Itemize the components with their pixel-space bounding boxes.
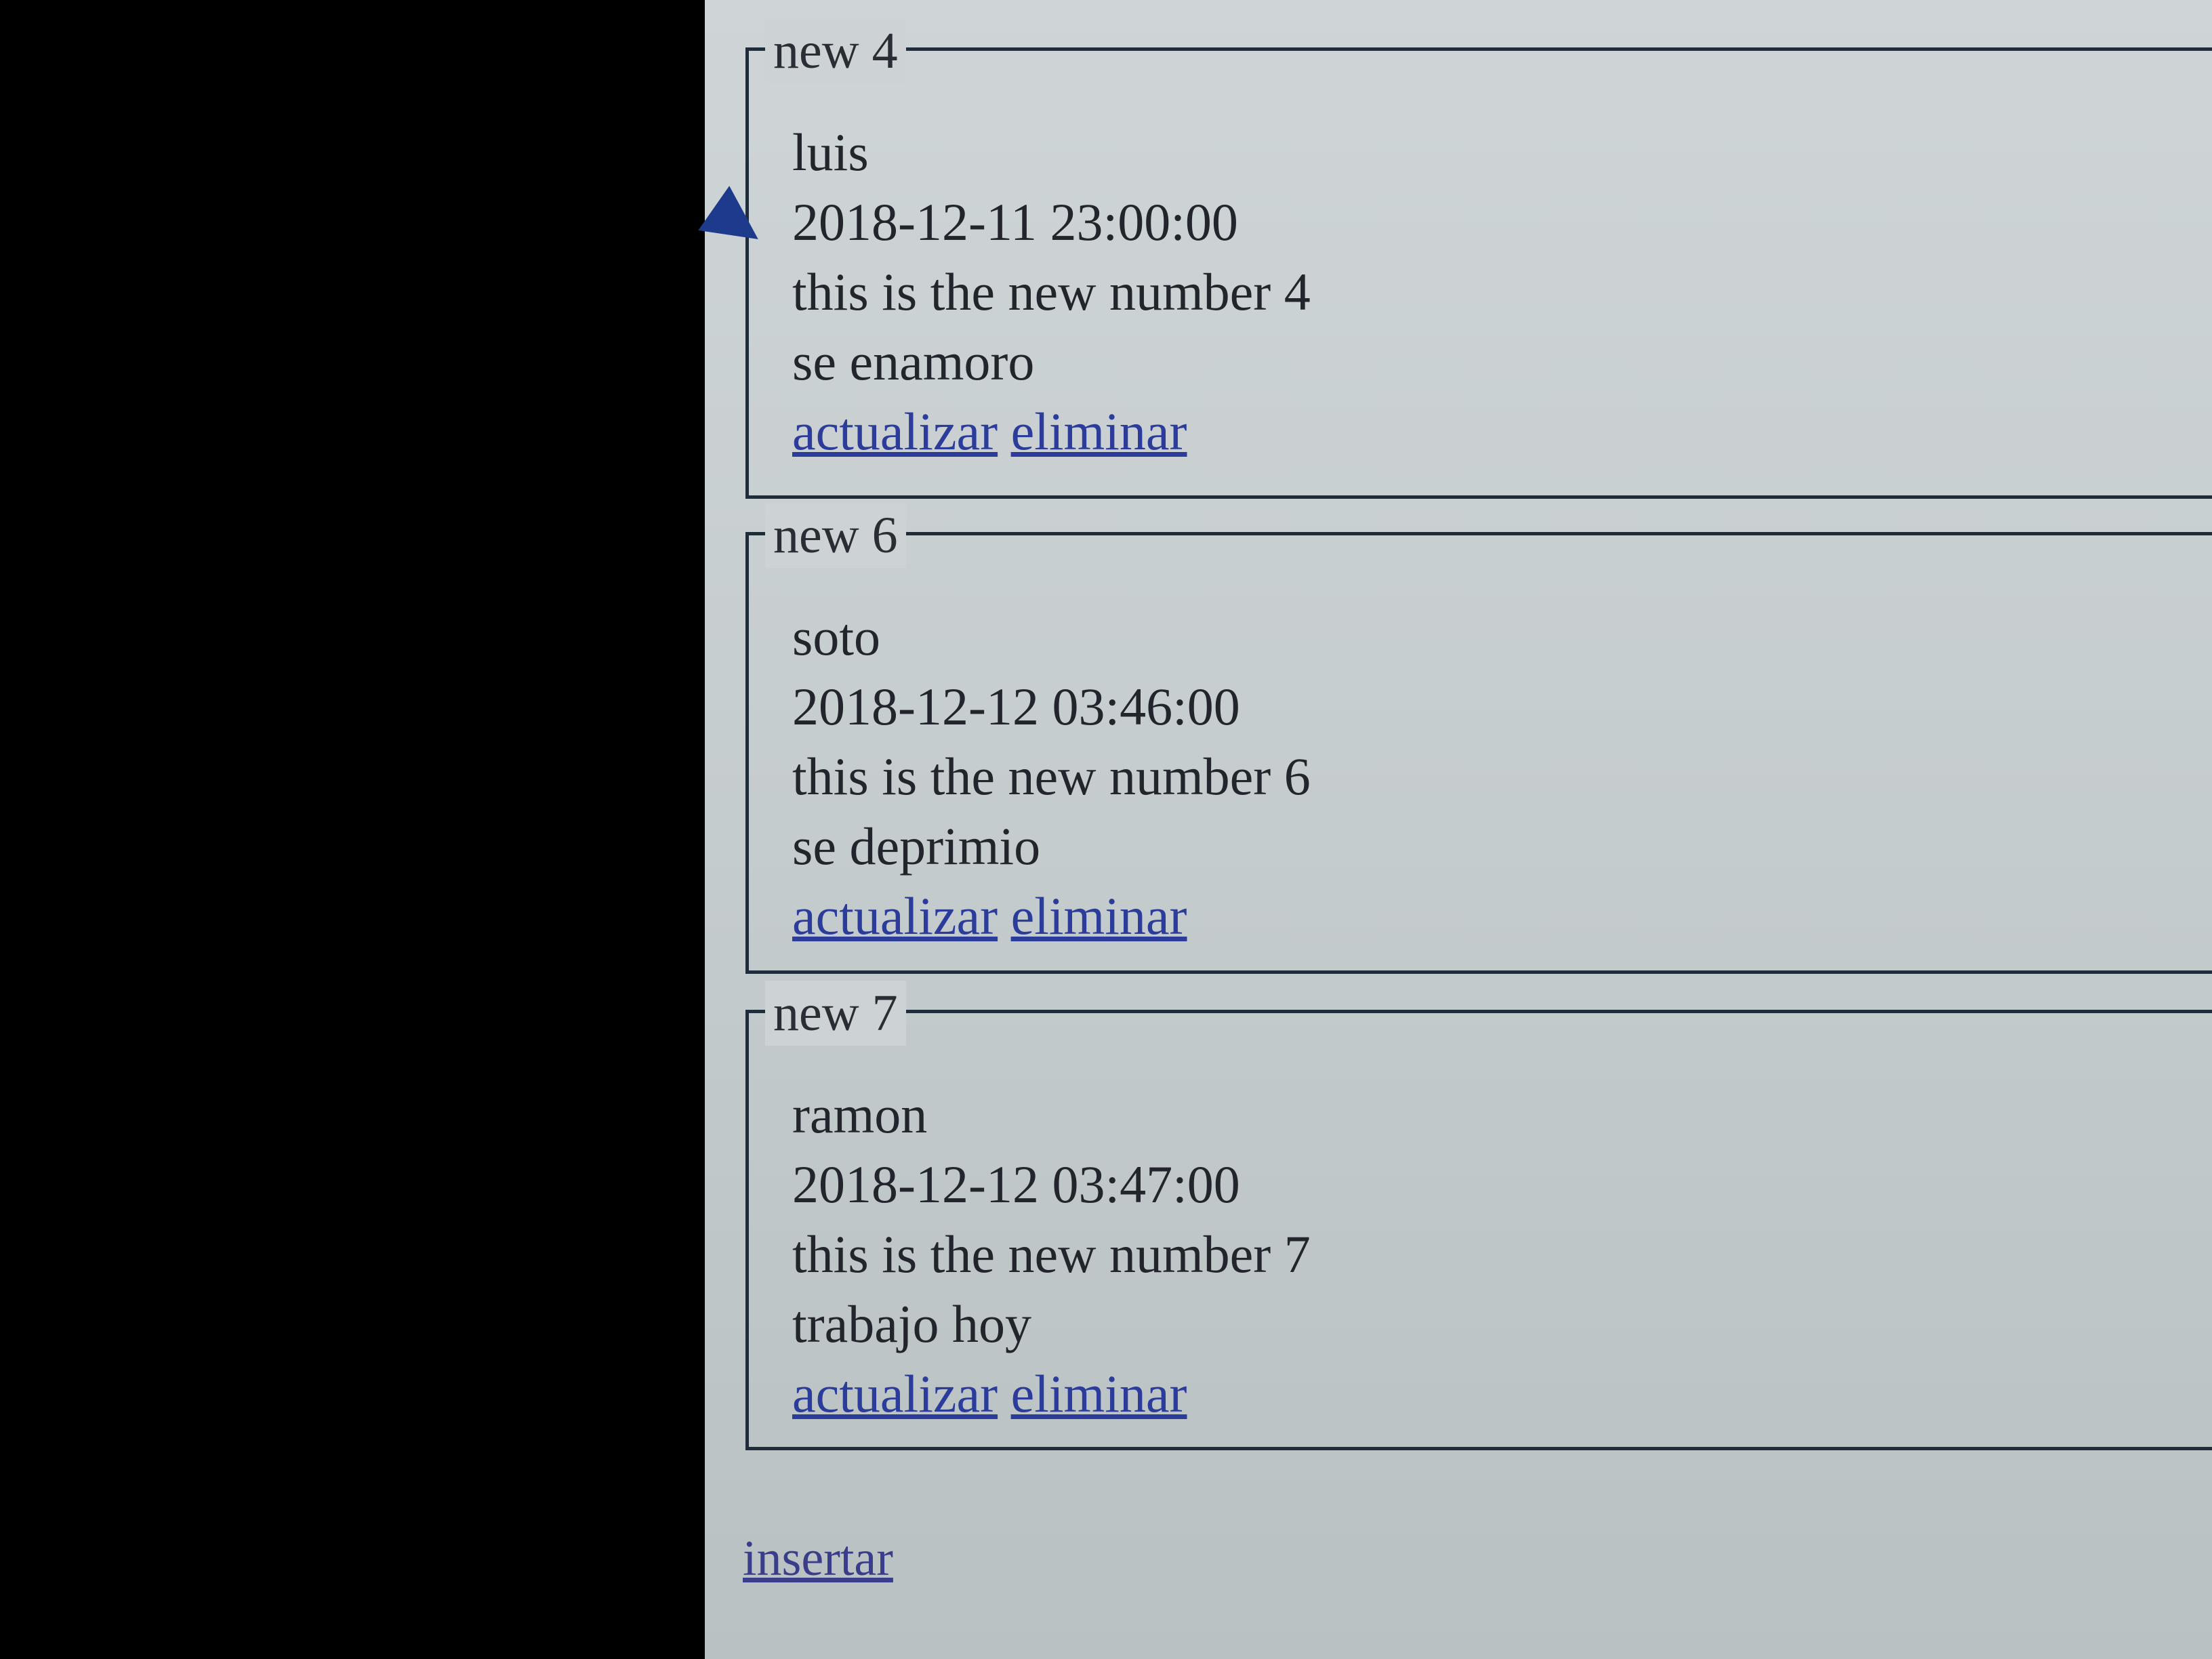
news-author: soto (792, 607, 881, 666)
news-page: new 4 luis 2018-12-11 23:00:00 this is t… (705, 0, 2212, 1659)
news-datetime: 2018-12-12 03:47:00 (792, 1155, 1240, 1214)
insert-link[interactable]: insertar (743, 1528, 893, 1589)
news-actions: actualizar eliminar (792, 881, 1311, 951)
delete-link[interactable]: eliminar (1011, 886, 1187, 945)
news-item-legend: new 4 (765, 18, 906, 83)
news-item-fieldset: new 7 ramon 2018-12-12 03:47:00 this is … (745, 981, 2212, 1450)
news-item-legend: new 7 (765, 981, 906, 1046)
news-datetime: 2018-12-12 03:46:00 (792, 677, 1240, 736)
news-text: this is the new number 7 (792, 1225, 1311, 1284)
news-item-fieldset: new 4 luis 2018-12-11 23:00:00 this is t… (745, 18, 2212, 499)
news-description: se deprimio (792, 817, 1041, 876)
delete-link[interactable]: eliminar (1011, 402, 1187, 461)
news-author: luis (792, 123, 869, 182)
news-description: trabajo hoy (792, 1294, 1032, 1353)
news-item-legend: new 6 (765, 503, 906, 568)
news-text: this is the new number 4 (792, 262, 1311, 321)
news-text: this is the new number 6 (792, 747, 1311, 806)
update-link[interactable]: actualizar (792, 402, 998, 461)
news-actions: actualizar eliminar (792, 396, 1311, 466)
news-author: ramon (792, 1085, 928, 1144)
news-actions: actualizar eliminar (792, 1359, 1311, 1429)
update-link[interactable]: actualizar (792, 1364, 998, 1423)
news-item-body: ramon 2018-12-12 03:47:00 this is the ne… (792, 1080, 1311, 1429)
news-item-body: luis 2018-12-11 23:00:00 this is the new… (792, 117, 1311, 466)
news-description: se enamoro (792, 332, 1035, 391)
update-link[interactable]: actualizar (792, 886, 998, 945)
delete-link[interactable]: eliminar (1011, 1364, 1187, 1423)
news-datetime: 2018-12-11 23:00:00 (792, 192, 1238, 251)
news-item-body: soto 2018-12-12 03:46:00 this is the new… (792, 602, 1311, 951)
screen: new 4 luis 2018-12-11 23:00:00 this is t… (0, 0, 2212, 1659)
news-item-fieldset: new 6 soto 2018-12-12 03:46:00 this is t… (745, 503, 2212, 974)
